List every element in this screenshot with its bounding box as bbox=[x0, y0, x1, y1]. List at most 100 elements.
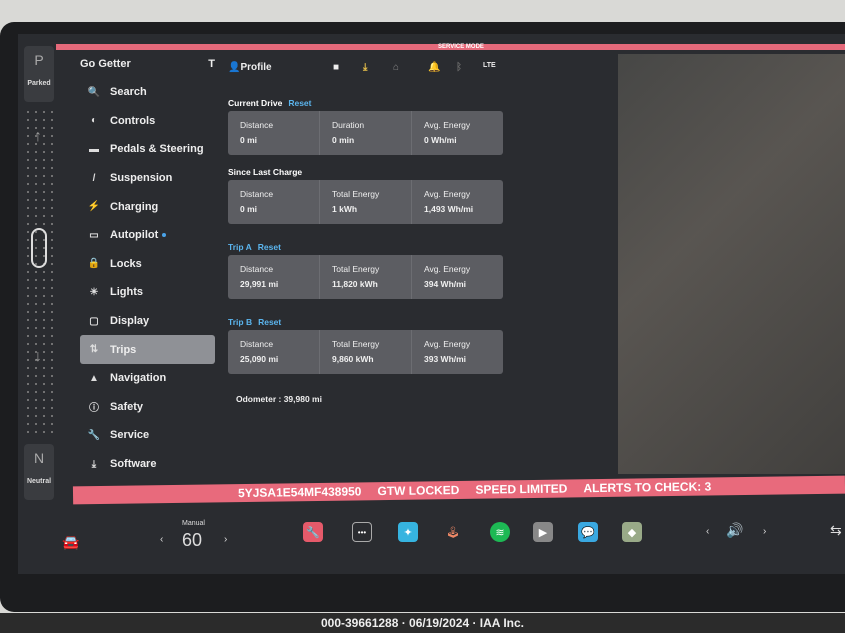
stat-value: 25,090 mi bbox=[240, 354, 279, 364]
stat-cell: Distance 25,090 mi bbox=[228, 330, 320, 374]
lte-signal-icon: LTE bbox=[483, 62, 496, 69]
stat-value: 29,991 mi bbox=[240, 279, 279, 289]
trips-icon: ⇅ bbox=[89, 344, 99, 356]
stat-cell: Distance 29,991 mi bbox=[228, 255, 320, 299]
odometer: Odometer : 39,980 mi bbox=[236, 394, 322, 404]
suspension-icon: / bbox=[92, 172, 96, 184]
sidebar-item-suspension[interactable]: / Suspension bbox=[80, 164, 215, 193]
temp-down-button[interactable]: ‹ bbox=[160, 534, 163, 545]
dashcam-icon[interactable]: ■ bbox=[333, 62, 339, 73]
temp-up-button[interactable]: › bbox=[224, 534, 227, 545]
stat-label: Distance bbox=[240, 120, 274, 130]
section-title: Trip B bbox=[228, 317, 253, 327]
since-last-charge-section: Since Last Charge Distance 0 mi Total Ener… bbox=[228, 167, 503, 224]
sidebar-item-charging[interactable]: ⚡ Charging bbox=[80, 192, 215, 221]
alert-bar: 5YJSA1E54MF438950 GTW LOCKED SPEED LIMIT… bbox=[72, 475, 845, 505]
trip-stats-card: Distance 25,090 mi Total Energy 9,860 kWh Av… bbox=[228, 330, 503, 374]
sidebar-item-label: Trips bbox=[110, 343, 137, 356]
trip-a-section: Trip A Reset Distance 29,991 mi Total Energ… bbox=[228, 242, 503, 299]
arcade-icon[interactable]: ◆ bbox=[622, 522, 642, 542]
trip-stats-card: Distance 0 mi Duration 0 min Avg. Energy 0 Wh… bbox=[228, 111, 503, 155]
stat-label: Avg. Energy bbox=[424, 120, 471, 130]
stat-label: Duration bbox=[332, 120, 365, 130]
service-app-icon[interactable]: 🔧 bbox=[303, 522, 323, 542]
current-drive-section: Current Drive Reset Distance 0 mi Duration 0… bbox=[228, 98, 503, 155]
tesla-logo-icon[interactable]: T bbox=[208, 58, 215, 70]
profile-name: Go Getter bbox=[80, 58, 131, 70]
messages-icon[interactable]: 💬 bbox=[578, 522, 598, 542]
gear-label: Neutral bbox=[26, 478, 52, 485]
section-title: Current Drive bbox=[228, 98, 283, 108]
car-icon[interactable]: 🚘 bbox=[62, 534, 79, 551]
sidebar-item-lights[interactable]: ☀ Lights bbox=[80, 278, 215, 307]
sidebar-item-label: Autopilot bbox=[110, 229, 159, 242]
stat-label: Distance bbox=[240, 189, 274, 199]
reset-trip-a-button[interactable]: Reset bbox=[258, 242, 281, 252]
gear-park[interactable]: P Parked bbox=[24, 46, 54, 102]
volume-icon[interactable]: 🔊 bbox=[726, 522, 743, 539]
volume-up-button[interactable]: › bbox=[763, 526, 766, 537]
car-icon bbox=[31, 228, 47, 268]
sidebar-item-trips[interactable]: ⇅ Trips bbox=[80, 335, 215, 364]
sidebar-item-controls[interactable]: ◐ Controls bbox=[80, 107, 215, 136]
arrow-down-icon: ↓ bbox=[34, 348, 42, 365]
sidebar-item-label: Locks bbox=[110, 257, 142, 270]
stat-value: 0 mi bbox=[240, 204, 258, 214]
autopilot-icon: ▭ bbox=[89, 229, 99, 241]
sidebar-item-display[interactable]: ▢ Display bbox=[80, 307, 215, 336]
sidebar-item-pedals-steering[interactable]: ▬ Pedals & Steering bbox=[80, 135, 215, 164]
spotify-icon[interactable]: ≋ bbox=[490, 522, 510, 542]
stat-cell: Avg. Energy 394 Wh/mi bbox=[412, 255, 503, 299]
trips-panel: Current Drive Reset Distance 0 mi Duration 0… bbox=[228, 98, 503, 404]
auction-caption: 000-39661288 · 06/19/2024 · IAA Inc. bbox=[0, 613, 845, 633]
sidebar-item-autopilot[interactable]: ▭ Autopilot bbox=[80, 221, 215, 250]
sidebar-item-navigation[interactable]: ▲ Navigation bbox=[80, 364, 215, 393]
stat-value: 0 min bbox=[332, 135, 355, 145]
profile-button[interactable]: 👤 Profile bbox=[228, 62, 272, 73]
reset-current-drive-button[interactable]: Reset bbox=[288, 98, 311, 108]
gear-letter: P bbox=[34, 52, 44, 68]
bolt-icon: ⚡ bbox=[87, 201, 101, 213]
download-icon[interactable]: ⤓ bbox=[363, 62, 367, 73]
stat-value: 1,493 Wh/mi bbox=[424, 204, 474, 214]
sidebar-item-search[interactable]: 🔍 Search bbox=[80, 78, 215, 107]
bluetooth-icon[interactable]: ᛒ bbox=[456, 62, 462, 73]
touchscreen: SERVICE MODE P Parked ↑ ↓ N Neutral Go Get… bbox=[18, 34, 845, 574]
settings-sidebar: Go Getter T 🔍 Search ◐ Controls ▬ Pedals & Ste… bbox=[80, 58, 215, 478]
climate-mode: Manual bbox=[182, 520, 205, 527]
toybox-icon[interactable]: ✦ bbox=[398, 522, 418, 542]
gear-slider[interactable]: ↑ ↓ bbox=[24, 108, 58, 438]
swap-icon[interactable]: ⇆ bbox=[830, 522, 842, 539]
stat-value: 1 kWh bbox=[332, 204, 358, 214]
gear-neutral[interactable]: N Neutral bbox=[24, 444, 54, 500]
stat-value: 0 mi bbox=[240, 135, 258, 145]
sidebar-item-software[interactable]: ⤓ Software bbox=[80, 450, 215, 479]
homelink-icon[interactable]: ⌂ bbox=[393, 62, 399, 73]
download-icon: ⤓ bbox=[91, 458, 97, 470]
sidebar-item-service[interactable]: 🔧 Service bbox=[80, 421, 215, 450]
sidebar-item-label: Safety bbox=[110, 400, 144, 413]
gear-selector[interactable]: P Parked ↑ ↓ N Neutral bbox=[24, 46, 58, 506]
safety-icon: ⓘ bbox=[89, 403, 99, 415]
bell-icon[interactable]: 🔔 bbox=[428, 62, 440, 73]
profile-label: Profile bbox=[240, 62, 272, 73]
sidebar-item-label: Controls bbox=[110, 114, 156, 127]
sidebar-item-label: Suspension bbox=[110, 172, 173, 185]
temperature-value[interactable]: 60 bbox=[182, 530, 202, 551]
reset-trip-b-button[interactable]: Reset bbox=[258, 317, 281, 327]
trip-stats-card: Distance 0 mi Total Energy 1 kWh Avg. Energy… bbox=[228, 180, 503, 224]
stat-label: Distance bbox=[240, 264, 274, 274]
theater-icon[interactable]: ▶ bbox=[533, 522, 553, 542]
stat-label: Total Energy bbox=[332, 339, 380, 349]
stat-value: 11,820 kWh bbox=[332, 279, 378, 289]
navigation-icon: ▲ bbox=[89, 372, 99, 384]
more-apps-icon[interactable]: ••• bbox=[352, 522, 372, 542]
volume-down-button[interactable]: ‹ bbox=[706, 526, 709, 537]
sidebar-item-locks[interactable]: 🔒 Locks bbox=[80, 250, 215, 279]
sidebar-item-safety[interactable]: ⓘ Safety bbox=[80, 393, 215, 422]
trip-stats-card: Distance 29,991 mi Total Energy 11,820 kWh A… bbox=[228, 255, 503, 299]
stat-cell: Avg. Energy 393 Wh/mi bbox=[412, 330, 503, 374]
section-title: Trip A bbox=[228, 242, 252, 252]
joystick-icon[interactable]: 🕹 bbox=[443, 522, 463, 542]
map-view[interactable] bbox=[618, 54, 845, 474]
